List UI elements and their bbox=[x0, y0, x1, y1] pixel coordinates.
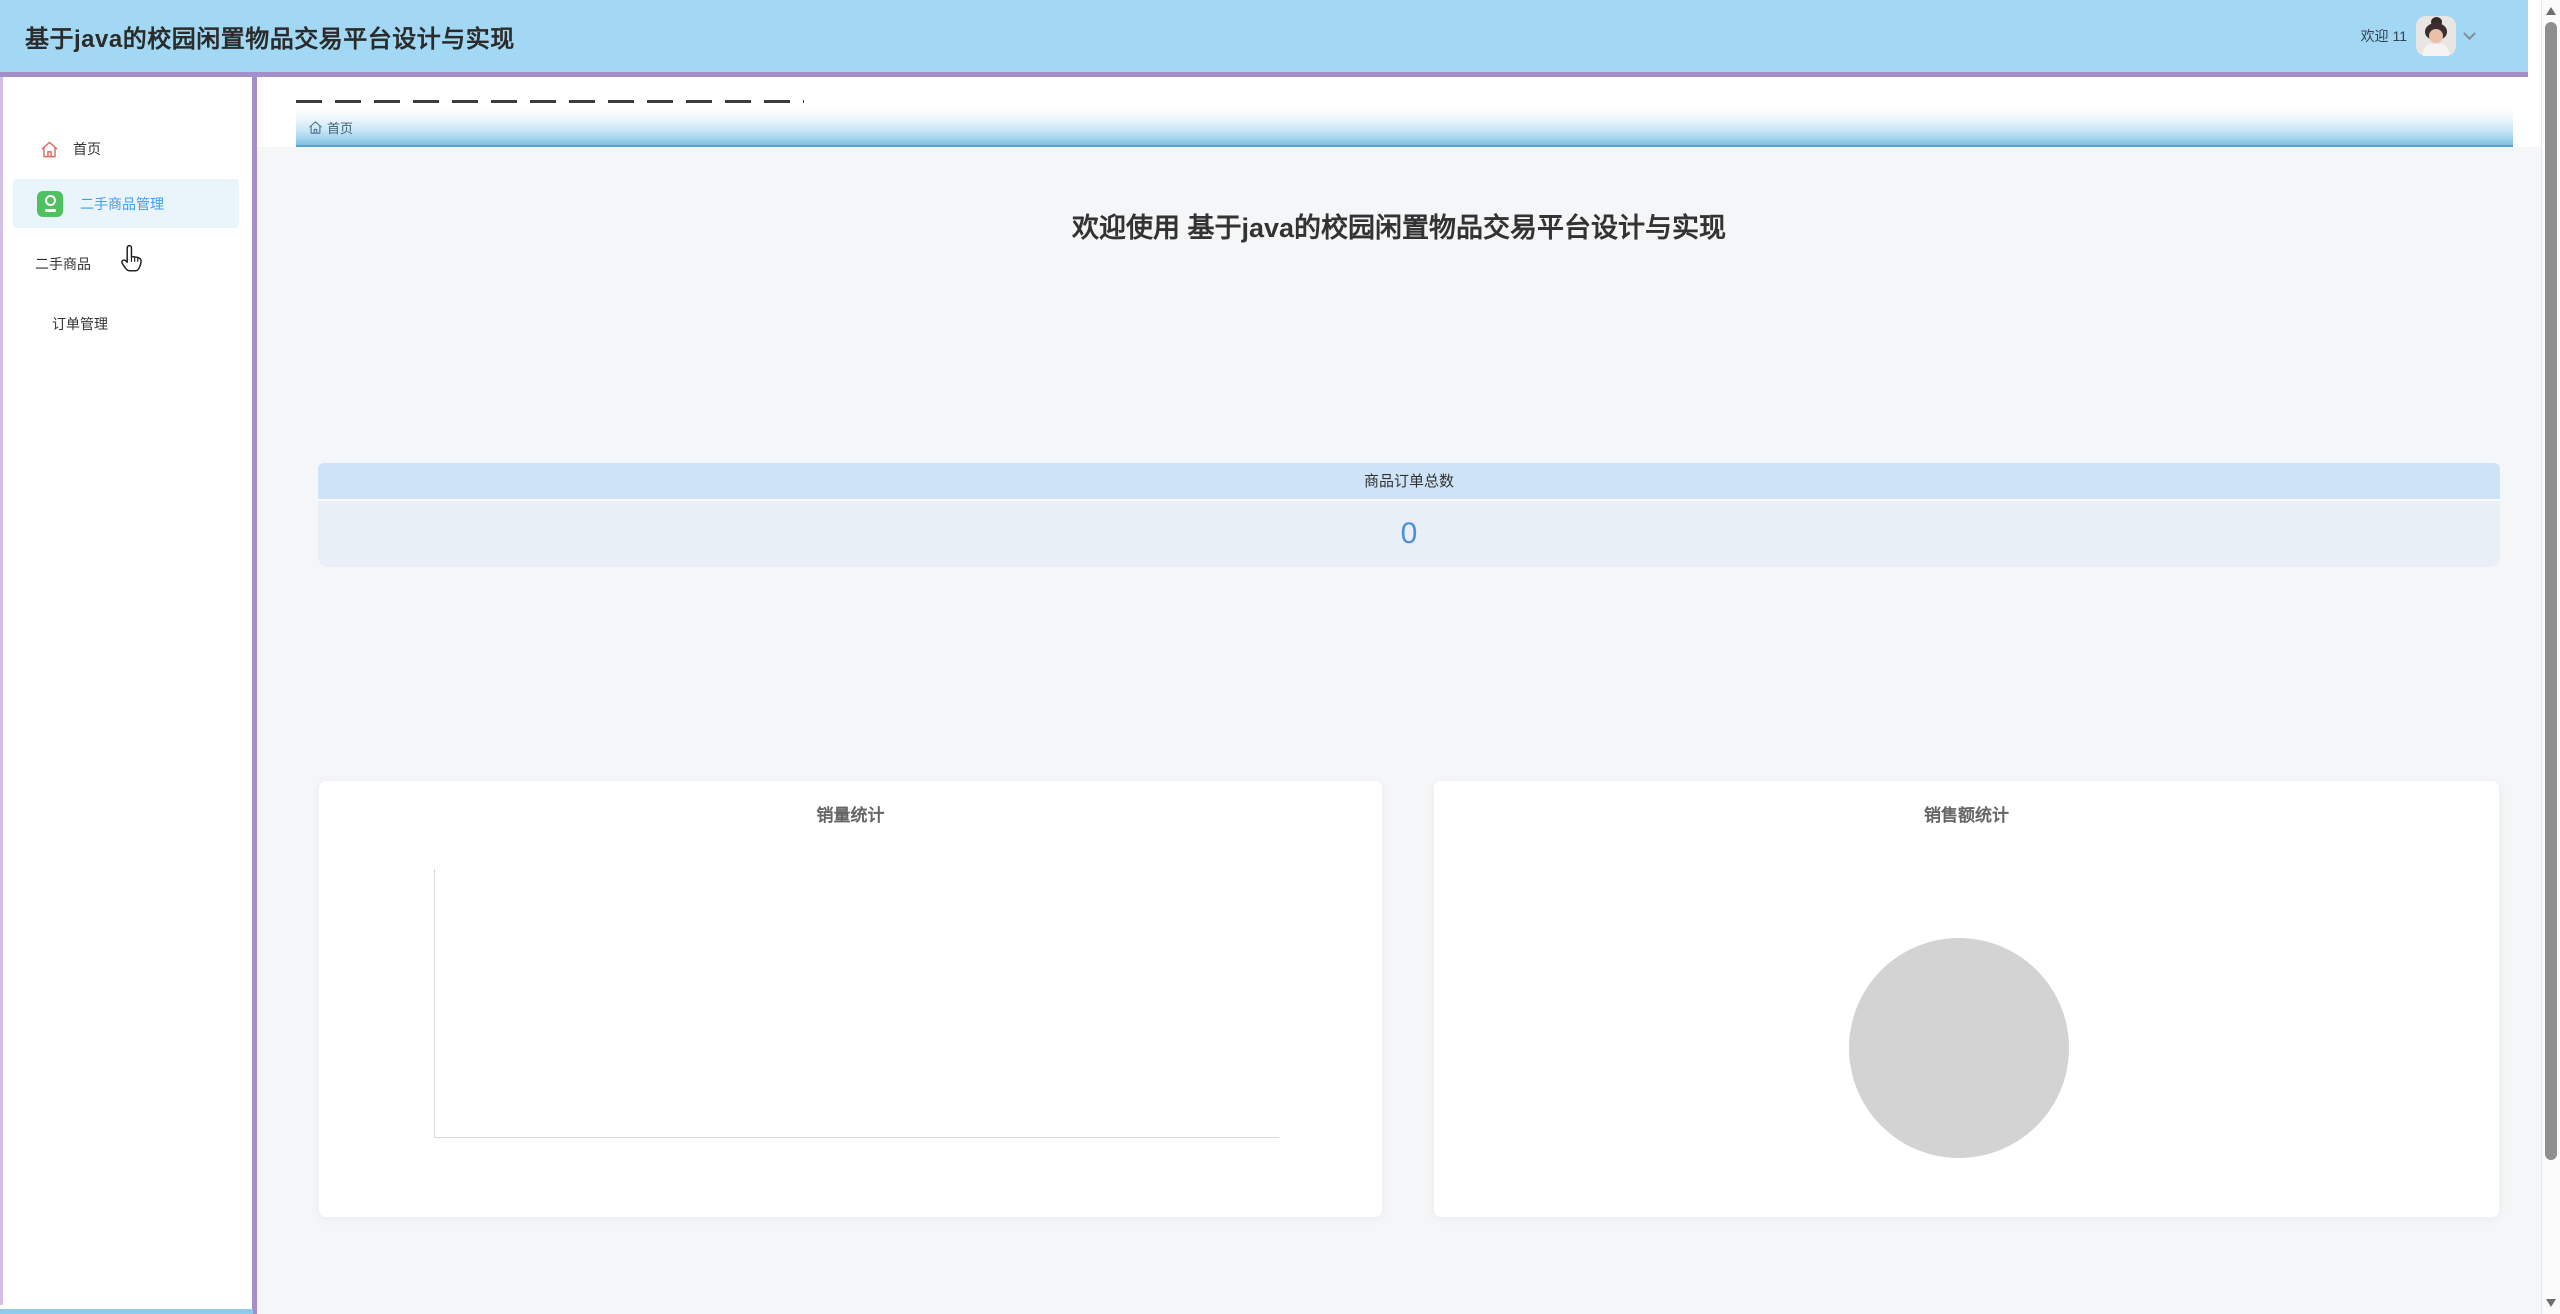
y-axis-line bbox=[434, 869, 435, 1137]
x-axis-line bbox=[434, 1137, 1279, 1138]
avatar-art bbox=[2423, 44, 2449, 56]
scrollbar-thumb[interactable] bbox=[2545, 22, 2557, 1160]
bottom-edge-strip bbox=[0, 1309, 253, 1314]
goods-icon bbox=[37, 191, 63, 217]
sidebar-item-label: 首页 bbox=[73, 139, 101, 159]
sidebar-item-label: 二手商品 bbox=[35, 254, 91, 274]
page-title: 欢迎使用 基于java的校园闲置物品交易平台设计与实现 bbox=[257, 206, 2541, 245]
username: 11 bbox=[2392, 28, 2407, 44]
sidebar-item-secondhand-goods[interactable]: 二手商品 bbox=[0, 240, 252, 288]
order-total-card-body: 0 bbox=[318, 501, 2500, 567]
home-icon bbox=[308, 120, 323, 135]
sales-volume-chart-title: 销量统计 bbox=[319, 801, 1382, 826]
order-total-card-title: 商品订单总数 bbox=[318, 463, 2500, 501]
vertical-scrollbar[interactable] bbox=[2541, 0, 2560, 1314]
sidebar-item-label: 二手商品管理 bbox=[80, 194, 164, 214]
sidebar-item-label: 订单管理 bbox=[52, 314, 108, 334]
user-menu[interactable]: 欢迎 11 bbox=[2361, 0, 2474, 72]
revenue-chart-card: 销售额统计 bbox=[1433, 780, 2500, 1218]
order-total-value: 0 bbox=[1401, 517, 1418, 551]
user-avatar[interactable] bbox=[2416, 16, 2456, 56]
scroll-up-icon[interactable] bbox=[2546, 7, 2556, 15]
welcome-label: 欢迎 bbox=[2361, 28, 2389, 44]
welcome-text: 欢迎 11 bbox=[2361, 26, 2407, 46]
sidebar: 首页 二手商品管理 二手商品 订单管理 bbox=[0, 77, 252, 1310]
home-icon bbox=[40, 140, 59, 159]
scroll-down-icon[interactable] bbox=[2546, 1299, 2556, 1307]
empty-pie-placeholder bbox=[1849, 938, 2069, 1158]
app-left-border bbox=[0, 77, 3, 1305]
dashed-focus-outline bbox=[296, 100, 804, 103]
breadcrumb[interactable]: 首页 bbox=[296, 110, 2513, 147]
revenue-chart-title: 销售额统计 bbox=[1434, 801, 2499, 826]
sales-volume-chart-card: 销量统计 bbox=[318, 780, 1383, 1218]
chevron-down-icon[interactable] bbox=[2463, 27, 2476, 40]
app-header: 基于java的校园闲置物品交易平台设计与实现 欢迎 11 bbox=[0, 0, 2528, 77]
sidebar-item-goods-management[interactable]: 二手商品管理 bbox=[13, 179, 239, 228]
sidebar-item-home[interactable]: 首页 bbox=[0, 128, 252, 170]
avatar-art bbox=[2429, 29, 2443, 43]
app-title: 基于java的校园闲置物品交易平台设计与实现 bbox=[25, 19, 515, 54]
sidebar-item-order-management[interactable]: 订单管理 bbox=[0, 300, 252, 348]
breadcrumb-item-home[interactable]: 首页 bbox=[327, 118, 353, 137]
order-total-card: 商品订单总数 0 bbox=[318, 463, 2500, 567]
